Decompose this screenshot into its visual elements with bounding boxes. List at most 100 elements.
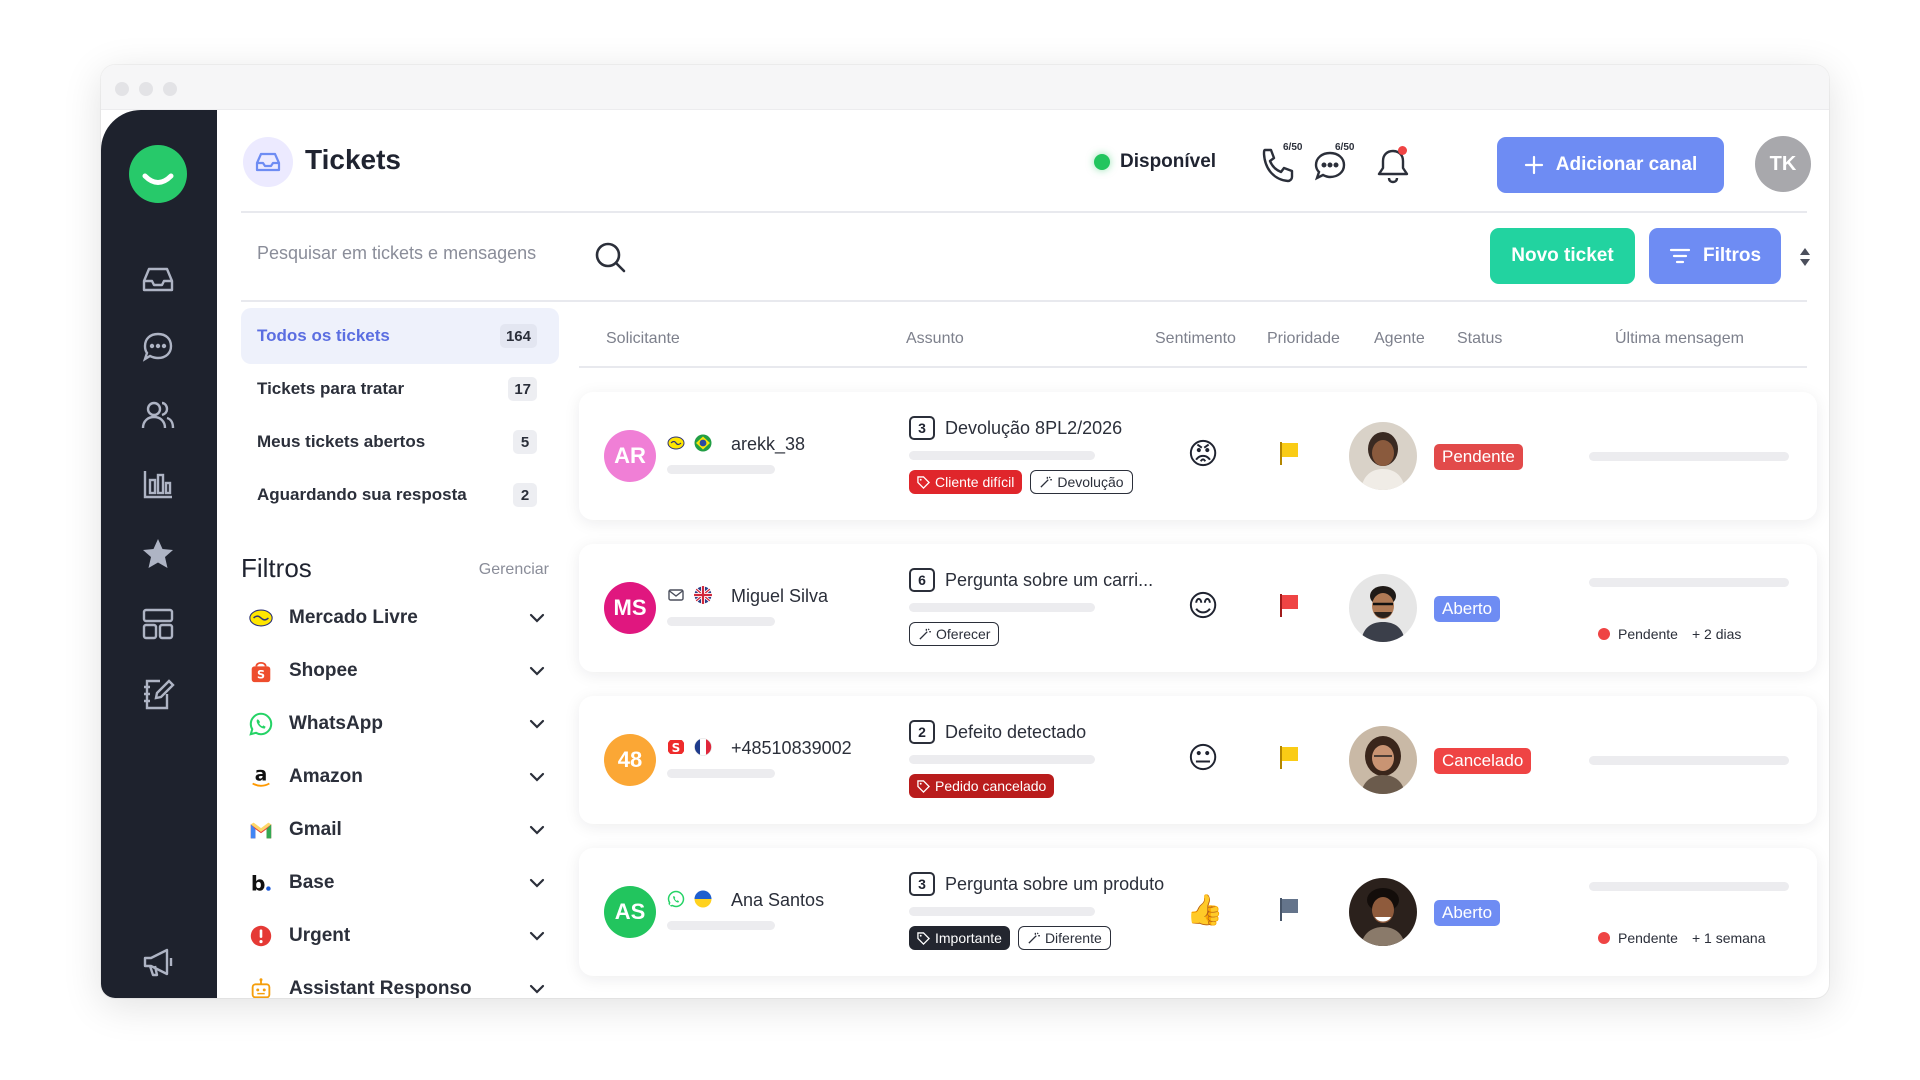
sort-arrows-icon[interactable] — [1797, 245, 1813, 269]
channel-base[interactable]: b Base — [241, 863, 559, 903]
folder-label: Meus tickets abertos — [257, 432, 426, 451]
whatsapp-icon — [247, 710, 275, 738]
inbox-icon[interactable] — [139, 260, 177, 298]
chevron-down-icon — [529, 719, 545, 729]
col-priority[interactable]: Prioridade — [1267, 330, 1340, 348]
search-input[interactable] — [257, 243, 577, 264]
placeholder-line — [1589, 452, 1789, 461]
agent-avatar[interactable] — [1349, 726, 1417, 794]
app-logo[interactable] — [129, 145, 187, 203]
page-header: Tickets Disponível 6/50 6/50 Adicionar c… — [241, 110, 1811, 213]
requester-name: Miguel Silva — [731, 586, 829, 606]
page-title: Tickets — [305, 144, 401, 175]
channel-shopee[interactable]: S Shopee — [241, 651, 559, 691]
agent-avatar[interactable] — [1349, 574, 1417, 642]
user-avatar[interactable]: TK — [1755, 136, 1811, 192]
pending-dot — [1598, 932, 1610, 944]
status-badge[interactable]: Pendente — [1434, 444, 1523, 470]
france-flag-icon — [694, 738, 712, 756]
col-subject[interactable]: Assunto — [906, 330, 964, 348]
add-channel-button[interactable]: Adicionar canal — [1497, 137, 1724, 193]
sentiment-neutral-icon: 😐 — [1187, 742, 1219, 775]
priority-flag-icon[interactable] — [1274, 894, 1304, 924]
megaphone-icon[interactable] — [139, 943, 177, 981]
tag-chip[interactable]: Oferecer — [909, 622, 1000, 646]
availability-status[interactable]: Disponível — [1094, 151, 1216, 173]
requester-avatar: 48 — [604, 734, 656, 786]
requester-avatar: MS — [604, 582, 656, 634]
channel-assistant[interactable]: Assistant Responso — [241, 969, 559, 998]
chat-counter-icon[interactable]: 6/50 — [1309, 142, 1354, 188]
tag-chip[interactable]: Cliente difícil — [909, 470, 1023, 494]
notebook-edit-icon[interactable] — [139, 675, 177, 713]
priority-flag-icon[interactable] — [1274, 438, 1304, 468]
users-icon[interactable] — [139, 397, 177, 435]
status-badge[interactable]: Cancelado — [1434, 748, 1532, 774]
brazil-flag-icon — [694, 434, 712, 452]
window-close-dot[interactable] — [115, 82, 129, 96]
tag-chip[interactable]: Importante — [909, 926, 1010, 950]
folder-awaiting-reply[interactable]: Aguardando sua resposta 2 — [241, 467, 559, 523]
agent-avatar[interactable] — [1349, 422, 1417, 490]
chat-bubble-icon[interactable] — [139, 328, 177, 366]
table-row[interactable]: AR arekk_38 3 Devolução 8PL2/2026 Client… — [579, 392, 1817, 520]
tag-list: Oferecer — [909, 622, 1000, 646]
folder-label: Aguardando sua resposta — [257, 485, 467, 504]
channel-amazon[interactable]: a Amazon — [241, 757, 559, 797]
phone-icon[interactable]: 6/50 — [1257, 142, 1302, 188]
plus-icon — [1524, 155, 1543, 175]
tag-chip[interactable]: Devolução — [1030, 470, 1133, 494]
urgent-icon — [247, 922, 275, 950]
col-sentiment[interactable]: Sentimento — [1155, 330, 1236, 348]
ticket-subject: Devolução 8PL2/2026 — [945, 418, 1123, 438]
placeholder-line — [909, 451, 1095, 460]
folder-all-tickets[interactable]: Todos os tickets 164 — [241, 308, 559, 364]
channel-gmail[interactable]: Gmail — [241, 810, 559, 850]
channel-whatsapp[interactable]: WhatsApp — [241, 704, 559, 744]
base-icon: b — [247, 869, 275, 897]
tag-chip[interactable]: Pedido cancelado — [909, 774, 1055, 798]
chevron-down-icon — [529, 878, 545, 888]
assistant-icon — [247, 975, 275, 998]
tag-list: Cliente difícil Devolução — [909, 470, 1133, 494]
sidebar — [101, 110, 217, 998]
col-requester[interactable]: Solicitante — [606, 330, 680, 348]
filters-button[interactable]: Filtros — [1649, 228, 1781, 284]
bell-icon[interactable] — [1371, 144, 1415, 188]
new-ticket-button[interactable]: Novo ticket — [1490, 228, 1635, 284]
layout-grid-icon[interactable] — [139, 605, 177, 643]
table-row[interactable]: 48 S +48510839002 2 Defeito detectado Pe… — [579, 696, 1817, 824]
col-status[interactable]: Status — [1457, 330, 1502, 348]
table-header: Solicitante Assunto Sentimento Prioridad… — [579, 308, 1807, 368]
bar-chart-icon[interactable] — [139, 465, 177, 503]
window-minimize-dot[interactable] — [139, 82, 153, 96]
col-agent[interactable]: Agente — [1374, 330, 1425, 348]
folder-to-handle[interactable]: Tickets para tratar 17 — [241, 361, 559, 417]
channel-label: Gmail — [289, 819, 342, 840]
svg-text:S: S — [257, 668, 265, 681]
inbox-icon — [243, 137, 293, 187]
filters-label: Filtros — [1702, 245, 1762, 266]
priority-flag-icon[interactable] — [1274, 742, 1304, 772]
agent-avatar[interactable] — [1349, 878, 1417, 946]
placeholder-line — [1589, 882, 1789, 891]
manage-filters-link[interactable]: Gerenciar — [479, 561, 549, 579]
folder-label: Todos os tickets — [257, 326, 390, 345]
pending-dot — [1598, 628, 1610, 640]
tag-list: Pedido cancelado — [909, 774, 1055, 798]
status-badge[interactable]: Aberto — [1434, 596, 1501, 622]
channel-label: Assistant Responso — [289, 978, 472, 998]
search-icon[interactable] — [592, 239, 628, 275]
table-row[interactable]: AS Ana Santos 3 Pergunta sobre um produt… — [579, 848, 1817, 976]
folder-my-open[interactable]: Meus tickets abertos 5 — [241, 414, 559, 470]
table-row[interactable]: MS Miguel Silva 6 Pergunta sobre um carr… — [579, 544, 1817, 672]
window-maximize-dot[interactable] — [163, 82, 177, 96]
status-badge[interactable]: Aberto — [1434, 900, 1501, 926]
channel-urgent[interactable]: Urgent — [241, 916, 559, 956]
channel-mercado-livre[interactable]: Mercado Livre — [241, 598, 559, 638]
tag-chip[interactable]: Diferente — [1017, 926, 1111, 950]
priority-flag-icon[interactable] — [1274, 590, 1304, 620]
col-last-message[interactable]: Última mensagem — [1615, 330, 1744, 348]
star-icon[interactable] — [139, 535, 177, 573]
channel-label: Amazon — [289, 766, 363, 787]
